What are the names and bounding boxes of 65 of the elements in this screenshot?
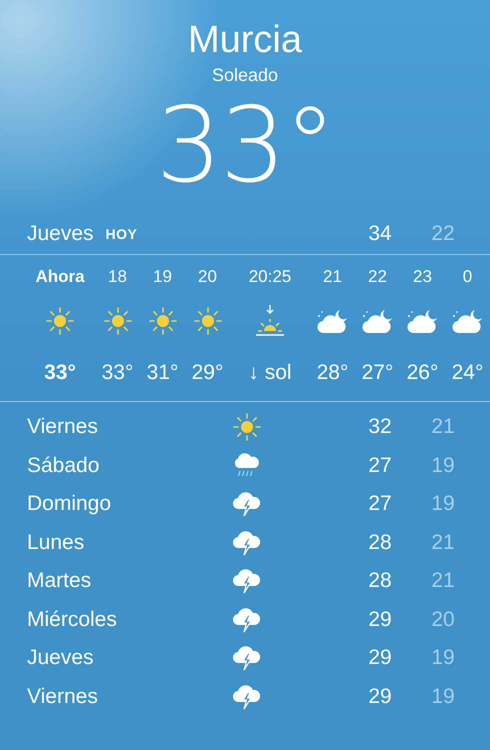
high-temperature: 32 (367, 415, 393, 440)
hour-label: 23 (413, 267, 432, 287)
low-temperature: 21 (430, 530, 456, 555)
hour-temperature: 31° (146, 361, 178, 385)
day-name: Miércoles (27, 608, 118, 632)
low-temperature: 19 (430, 492, 456, 516)
hour-label: 20:25 (248, 267, 292, 287)
low-temperature: 20 (430, 608, 456, 632)
hour-label: 22 (368, 267, 387, 287)
thunderstorm-icon (233, 644, 261, 672)
sun-icon (104, 307, 132, 335)
hour-temperature: 27° (362, 361, 394, 385)
hour-temperature: 28° (316, 361, 348, 385)
low-temperature: 19 (430, 684, 456, 709)
day-name: Martes (27, 569, 92, 594)
hour-label: 20 (198, 267, 217, 287)
day-name: Viernes (27, 684, 99, 709)
day-name: Jueves (27, 646, 95, 670)
day-name: Sábado (27, 454, 100, 478)
sun-icon (194, 307, 222, 335)
sunset-icon (253, 304, 287, 338)
thunderstorm-icon (233, 528, 261, 557)
current-temperature: 33° (156, 90, 334, 200)
high-temperature: 27 (367, 492, 393, 516)
hour-label: 21 (323, 267, 342, 287)
hour-temperature: ↓ sol (248, 361, 292, 385)
low-temperature: 22 (430, 222, 456, 246)
low-temperature: 21 (430, 415, 456, 440)
moon-cloud-icon (316, 307, 350, 335)
hour-temperature: 24° (452, 361, 484, 385)
high-temperature: 29 (367, 684, 393, 709)
hour-label: 19 (153, 267, 172, 287)
low-temperature: 21 (430, 569, 456, 594)
moon-cloud-icon (360, 307, 394, 335)
hour-temperature: 29° (192, 361, 224, 385)
weather-condition: Soleado (212, 64, 278, 86)
thunderstorm-icon (233, 682, 261, 711)
thunderstorm-icon (233, 606, 261, 634)
sun-icon (46, 307, 74, 335)
thunderstorm-icon (233, 567, 261, 596)
high-temperature: 29 (367, 608, 393, 632)
today-label: HOY (106, 226, 138, 242)
hour-temperature: 33° (44, 361, 76, 385)
thunderstorm-icon (233, 490, 261, 518)
day-name: Domingo (27, 492, 112, 516)
hour-temperature: 26° (406, 361, 438, 385)
hour-label: 0 (462, 267, 472, 287)
day-name: Lunes (27, 530, 86, 555)
high-temperature: 28 (367, 569, 393, 594)
low-temperature: 19 (430, 646, 456, 670)
high-temperature: 27 (367, 454, 393, 478)
high-temperature: 28 (367, 530, 393, 555)
sun-icon (148, 307, 176, 335)
day-name: Jueves (27, 222, 94, 246)
hour-label: Ahora (35, 267, 85, 287)
moon-cloud-icon (450, 307, 484, 335)
moon-cloud-icon (406, 307, 440, 335)
low-temperature: 19 (430, 454, 456, 478)
high-temperature: 34 (367, 222, 393, 246)
city-name: Murcia (188, 18, 302, 62)
hour-label: 18 (108, 267, 127, 287)
day-name: Viernes (27, 415, 99, 440)
sun-icon (233, 413, 261, 442)
hour-temperature: 33° (102, 361, 134, 385)
high-temperature: 29 (367, 646, 393, 670)
